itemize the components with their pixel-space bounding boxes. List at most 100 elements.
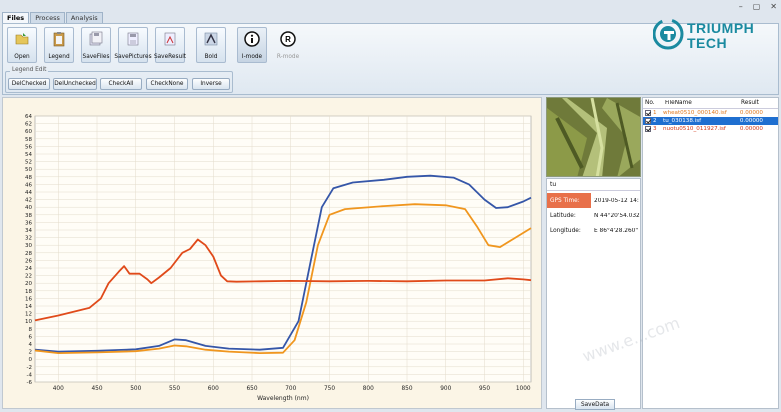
file-result: 0.00000 [739,126,763,132]
logo-line1: TRIUMPH [687,20,755,36]
y-tick-label: 32 [25,236,32,242]
y-tick-label: 58 [25,137,32,143]
gps-info-panel: tu GPS Time: 2019-05-12 14: Latitude: N … [546,178,641,409]
close-icon[interactable]: ✕ [770,2,777,11]
y-tick-label: 26 [25,258,32,264]
x-tick-label: 750 [324,386,335,392]
info-icon [244,31,260,47]
y-tick-label: 42 [25,198,32,204]
y-tick-label: 16 [25,296,32,302]
y-tick-label: 24 [25,266,32,272]
y-tick-label: 30 [25,243,32,249]
save-data-button[interactable]: SaveData [575,399,615,410]
y-tick-label: 60 [25,129,32,135]
del-unchecked-button[interactable]: DelUnchecked [53,78,97,90]
y-tick-label: 8 [29,327,33,333]
r-mode-button[interactable]: R R-mode [273,27,303,63]
longitude-value: E 86°4'28.260" [594,227,639,234]
file-no: 3 [653,126,657,132]
latitude-row: Latitude: N 44°20'54.032 [547,208,642,223]
minimize-icon[interactable]: – [739,2,743,11]
x-tick-label: 800 [363,386,374,392]
y-tick-label: -2 [27,365,32,371]
y-tick-label: 28 [25,251,32,257]
x-tick-label: 700 [285,386,296,392]
y-tick-label: 14 [25,304,32,310]
gps-time-label: GPS Time: [547,193,591,208]
file-name: wheat0510_000140.isf [663,110,727,116]
y-tick-label: 18 [25,289,32,295]
vegetation-photo-icon [547,98,640,176]
tab-analysis[interactable]: Analysis [65,12,103,23]
inverse-button[interactable]: Inverse [192,78,230,90]
header-result: Result [741,100,759,106]
y-tick-label: 22 [25,274,32,280]
file-result: 0.00000 [739,118,763,124]
x-tick-label: 1000 [516,386,531,392]
file-checkbox[interactable] [645,110,651,116]
file-checkbox[interactable] [645,118,651,124]
y-tick-label: 36 [25,220,32,226]
save-pictures-button[interactable]: SavePictures [114,27,152,63]
spectrum-chart[interactable]: -6 -4 -2 0 2 4 6 8 10 12 14 16 18 20 22 24 26 28 30 32 34 36 3… [2,97,542,409]
file-no: 2 [653,118,657,124]
open-button[interactable]: Open [7,27,37,63]
y-tick-label: 0 [29,357,33,363]
del-checked-button[interactable]: DelChecked [8,78,50,90]
x-tick-label: 450 [91,386,102,392]
plot-area [34,115,532,383]
y-tick-label: 4 [29,342,33,348]
y-tick-label: 48 [25,175,32,181]
file-row[interactable]: 3 nuotu0510_011927.isf 0.00000 [643,125,778,133]
y-tick-label: 34 [25,228,32,234]
latitude-label: Latitude: [550,212,576,219]
logo-line2: TECH [687,35,728,51]
file-row[interactable]: 2 tu_030138.isf 0.00000 [643,117,778,125]
save-result-button[interactable]: SaveResult [154,27,186,63]
file-row[interactable]: 1 wheat0510_000140.isf 0.00000 [643,109,778,117]
clipboard-icon [53,32,65,47]
x-tick-label: 850 [401,386,412,392]
y-tick-label: 50 [25,167,32,173]
save-files-button[interactable]: SaveFiles [81,27,111,63]
legend-edit-title: Legend Edit [10,67,49,73]
file-checkbox[interactable] [645,126,651,132]
triumph-tech-logo: TRIUMPH TECH [652,16,775,52]
open-folder-icon [15,33,29,45]
i-mode-button[interactable]: I-mode [237,27,267,63]
file-list: No. FileName Result 1 wheat0510_000140.is… [642,97,779,409]
y-tick-label: 10 [25,319,32,325]
maximize-icon[interactable]: ▢ [753,2,761,11]
y-tick-label: 64 [25,114,32,120]
check-none-button[interactable]: CheckNone [146,78,188,90]
save-result-icon [164,32,176,46]
y-tick-label: -6 [27,380,33,386]
y-tick-label: 54 [25,152,32,158]
file-name: tu_030138.isf [663,118,702,124]
y-tick-label: 56 [25,144,32,150]
file-list-header: No. FileName Result [643,98,778,109]
legend-button[interactable]: Legend [44,27,74,63]
tab-process[interactable]: Process [30,12,65,23]
registered-icon: R [280,31,296,47]
window-controls: – ▢ ✕ [739,0,777,12]
y-tick-label: -4 [27,372,33,378]
bold-icon [204,32,218,46]
bold-button[interactable]: Bold [196,27,226,63]
file-result: 0.00000 [739,110,763,116]
header-filename: FileName [665,100,692,106]
svg-text:R: R [285,35,291,44]
x-tick-label: 650 [246,386,257,392]
y-tick-label: 44 [25,190,32,196]
x-tick-label: 550 [169,386,180,392]
check-all-button[interactable]: CheckAll [100,78,142,90]
y-tick-label: 12 [25,312,32,318]
tab-files[interactable]: Files [2,12,30,23]
sample-photo [546,97,641,177]
x-axis-label: Wavelength (nm) [257,395,309,402]
legend-edit-group: Legend Edit DelChecked DelUnchecked Chec… [5,67,233,93]
x-tick-label: 400 [53,386,64,392]
file-name: nuotu0510_011927.isf [663,126,726,132]
header-no: No. [645,100,655,106]
y-tick-label: 20 [25,281,32,287]
